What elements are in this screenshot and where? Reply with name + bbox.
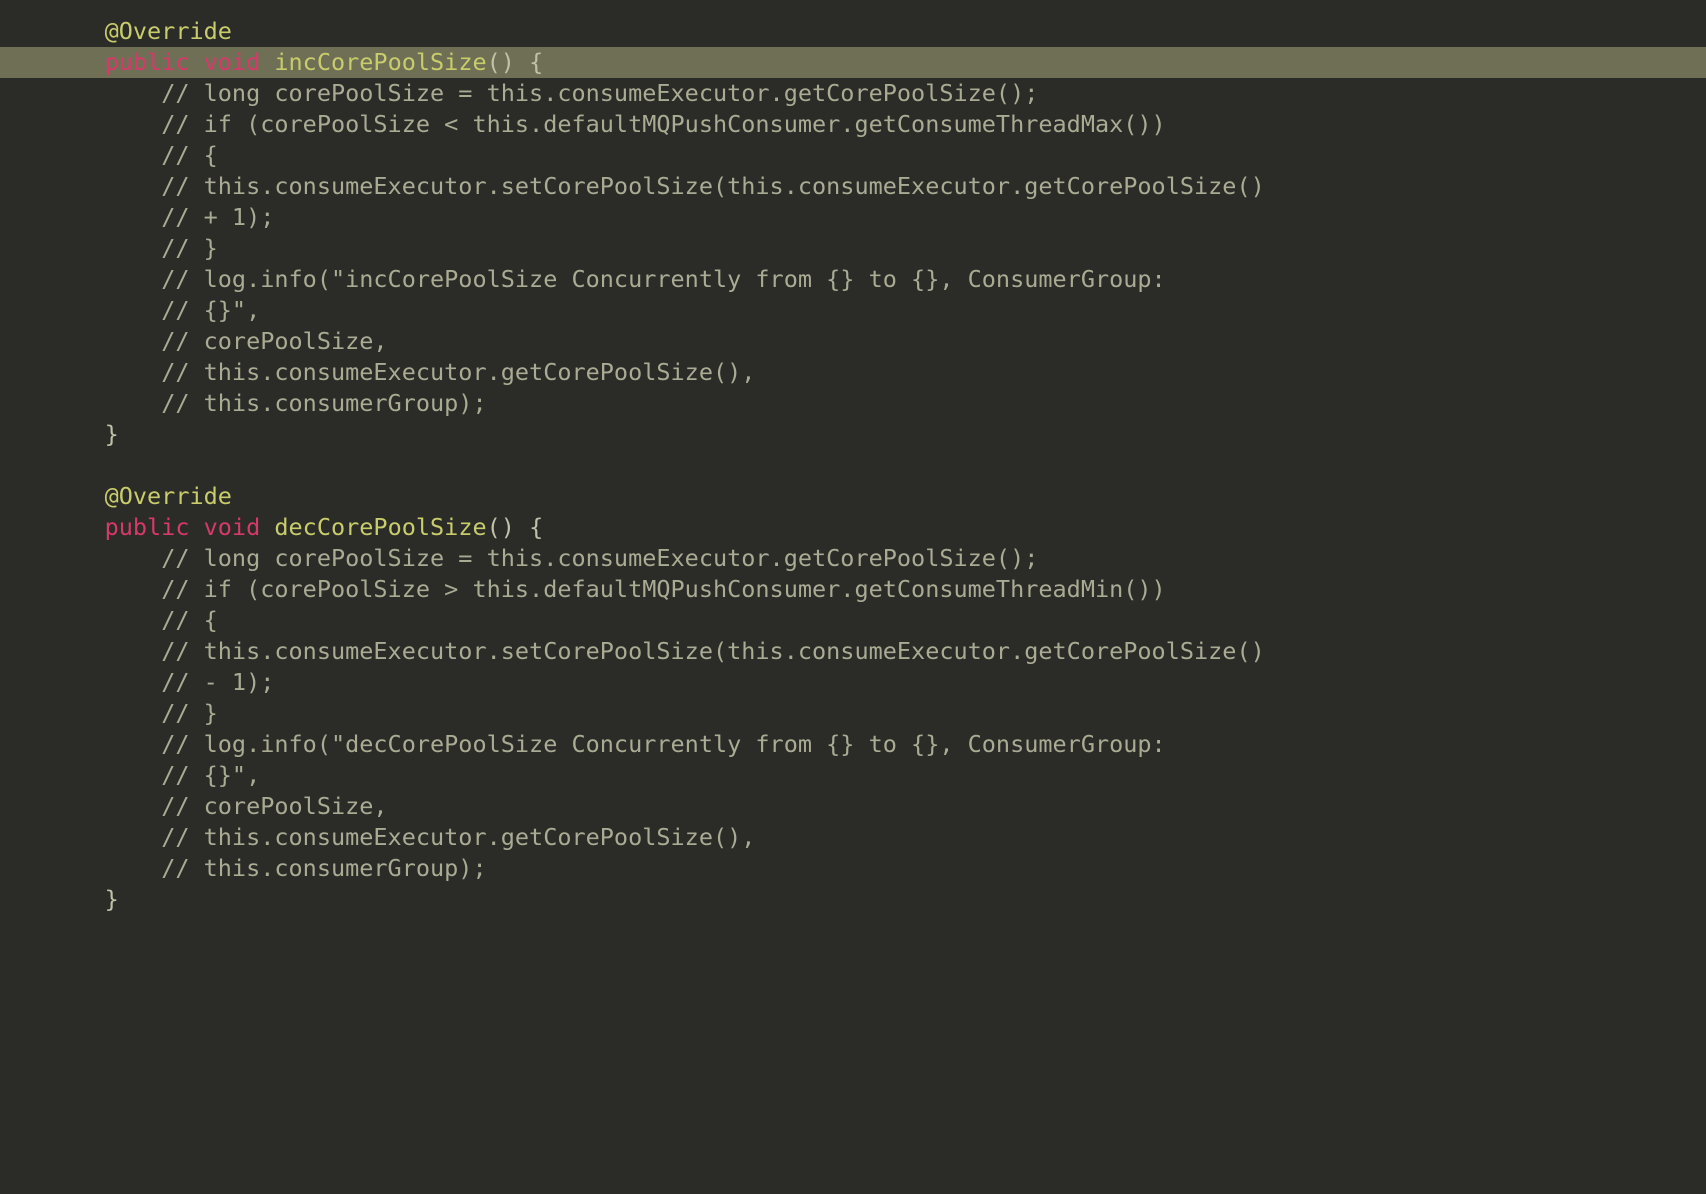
token-brace: } bbox=[105, 885, 119, 913]
token-paren: () bbox=[487, 513, 515, 541]
code-line[interactable]: // this.consumeExecutor.setCorePoolSize(… bbox=[0, 171, 1706, 202]
token-comment: // {}", bbox=[161, 761, 260, 789]
token-plain bbox=[260, 48, 274, 76]
code-area[interactable]: @Override public void incCorePoolSize() … bbox=[0, 0, 1706, 915]
token-typekw: void bbox=[204, 48, 261, 76]
token-comment: // } bbox=[161, 234, 218, 262]
code-line[interactable]: public void incCorePoolSize() { bbox=[0, 47, 1706, 78]
token-comment: // corePoolSize, bbox=[161, 792, 387, 820]
token-comment: // corePoolSize, bbox=[161, 327, 387, 355]
code-line[interactable]: // this.consumeExecutor.getCorePoolSize(… bbox=[0, 357, 1706, 388]
code-line[interactable]: // corePoolSize, bbox=[0, 326, 1706, 357]
code-line[interactable]: // this.consumeExecutor.setCorePoolSize(… bbox=[0, 636, 1706, 667]
token-plain bbox=[260, 513, 274, 541]
token-keyword: public bbox=[105, 513, 190, 541]
token-brace: } bbox=[105, 420, 119, 448]
code-line[interactable]: // this.consumerGroup); bbox=[0, 388, 1706, 419]
code-line[interactable]: // } bbox=[0, 698, 1706, 729]
token-method: decCorePoolSize bbox=[274, 513, 486, 541]
token-comment: // this.consumeExecutor.setCorePoolSize(… bbox=[161, 172, 1265, 200]
code-line[interactable]: // long corePoolSize = this.consumeExecu… bbox=[0, 78, 1706, 109]
code-line[interactable]: // {}", bbox=[0, 760, 1706, 791]
token-keyword: public bbox=[105, 48, 190, 76]
token-comment: // + 1); bbox=[161, 203, 274, 231]
token-comment: // log.info("decCorePoolSize Concurrentl… bbox=[161, 730, 1166, 758]
token-comment: // log.info("incCorePoolSize Concurrentl… bbox=[161, 265, 1166, 293]
token-comment: // } bbox=[161, 699, 218, 727]
code-line[interactable]: } bbox=[0, 419, 1706, 450]
token-comment: // if (corePoolSize > this.defaultMQPush… bbox=[161, 575, 1166, 603]
code-line[interactable]: // { bbox=[0, 140, 1706, 171]
code-line[interactable]: public void decCorePoolSize() { bbox=[0, 512, 1706, 543]
token-annotation: @Override bbox=[105, 482, 232, 510]
code-line[interactable] bbox=[0, 450, 1706, 481]
code-line[interactable]: // this.consumerGroup); bbox=[0, 853, 1706, 884]
token-plain bbox=[189, 513, 203, 541]
code-line[interactable]: @Override bbox=[0, 481, 1706, 512]
token-comment: // this.consumerGroup); bbox=[161, 389, 486, 417]
code-line[interactable]: // log.info("decCorePoolSize Concurrentl… bbox=[0, 729, 1706, 760]
token-comment: // { bbox=[161, 141, 218, 169]
token-comment: // if (corePoolSize < this.defaultMQPush… bbox=[161, 110, 1166, 138]
token-method: incCorePoolSize bbox=[274, 48, 486, 76]
code-line[interactable]: // - 1); bbox=[0, 667, 1706, 698]
token-brace: { bbox=[529, 513, 543, 541]
token-plain bbox=[189, 48, 203, 76]
code-line[interactable]: // if (corePoolSize > this.defaultMQPush… bbox=[0, 574, 1706, 605]
code-line[interactable]: // { bbox=[0, 605, 1706, 636]
token-annotation: @Override bbox=[105, 17, 232, 45]
token-comment: // this.consumeExecutor.getCorePoolSize(… bbox=[161, 358, 755, 386]
token-comment: // - 1); bbox=[161, 668, 274, 696]
token-comment: // this.consumerGroup); bbox=[161, 854, 486, 882]
code-line[interactable]: // log.info("incCorePoolSize Concurrentl… bbox=[0, 264, 1706, 295]
token-plain bbox=[515, 513, 529, 541]
code-line[interactable]: // + 1); bbox=[0, 202, 1706, 233]
token-comment: // long corePoolSize = this.consumeExecu… bbox=[161, 544, 1038, 572]
code-line[interactable]: // if (corePoolSize < this.defaultMQPush… bbox=[0, 109, 1706, 140]
token-comment: // {}", bbox=[161, 296, 260, 324]
code-line[interactable]: // {}", bbox=[0, 295, 1706, 326]
code-line[interactable]: // long corePoolSize = this.consumeExecu… bbox=[0, 543, 1706, 574]
token-comment: // this.consumeExecutor.setCorePoolSize(… bbox=[161, 637, 1265, 665]
code-editor[interactable]: @Override public void incCorePoolSize() … bbox=[0, 0, 1706, 1194]
code-line[interactable]: } bbox=[0, 884, 1706, 915]
code-line[interactable]: @Override bbox=[0, 16, 1706, 47]
token-plain bbox=[515, 48, 529, 76]
code-line[interactable]: // this.consumeExecutor.getCorePoolSize(… bbox=[0, 822, 1706, 853]
token-paren: () bbox=[487, 48, 515, 76]
token-brace: { bbox=[529, 48, 543, 76]
token-typekw: void bbox=[204, 513, 261, 541]
code-line[interactable]: // } bbox=[0, 233, 1706, 264]
token-comment: // { bbox=[161, 606, 218, 634]
code-line[interactable]: // corePoolSize, bbox=[0, 791, 1706, 822]
token-comment: // this.consumeExecutor.getCorePoolSize(… bbox=[161, 823, 755, 851]
token-comment: // long corePoolSize = this.consumeExecu… bbox=[161, 79, 1038, 107]
